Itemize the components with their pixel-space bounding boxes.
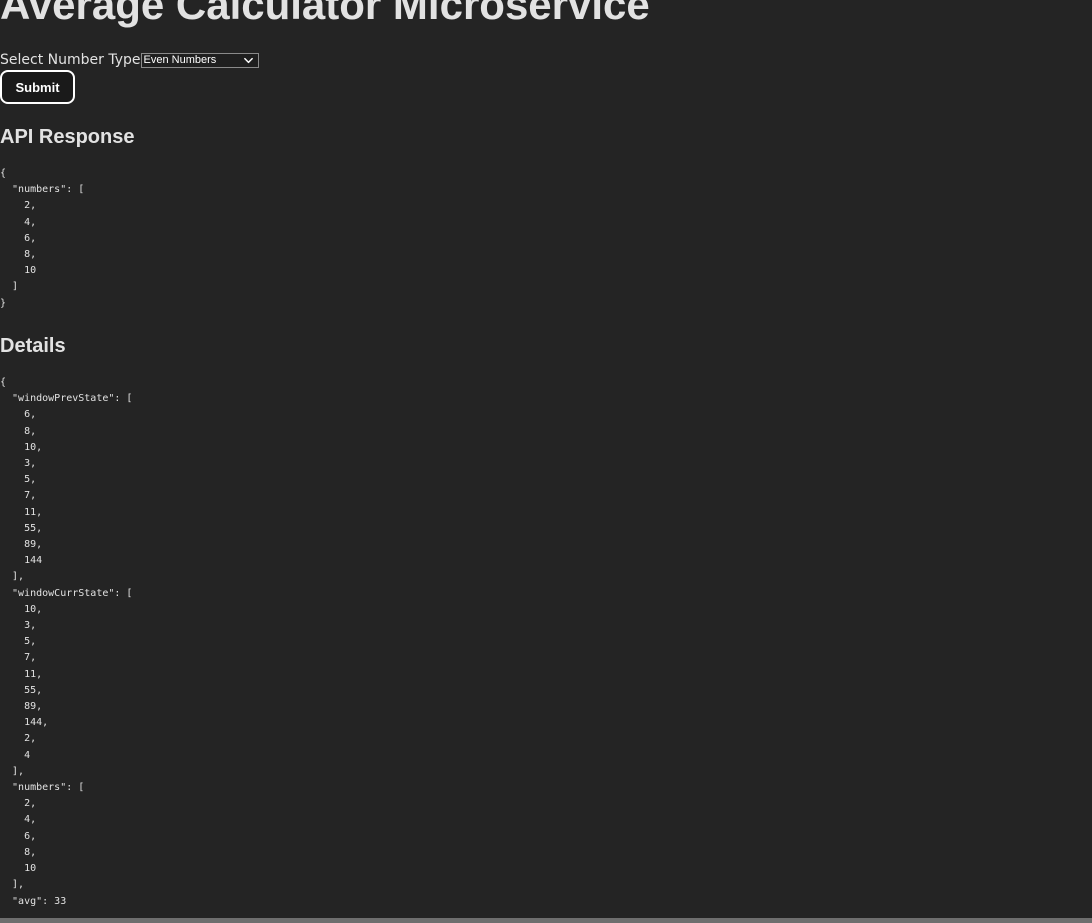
details-heading: Details bbox=[0, 335, 66, 357]
api-response-heading: API Response bbox=[0, 126, 135, 148]
api-response-json: { "numbers": [ 2, 4, 6, 8, 10 ] } bbox=[0, 168, 85, 309]
page-title: Average Calculator Microservice bbox=[0, 0, 650, 28]
submit-button[interactable]: Submit bbox=[0, 70, 75, 104]
number-type-form: Select Number Type Even Numbers bbox=[0, 50, 259, 70]
select-number-type-label: Select Number Type bbox=[0, 52, 141, 68]
details-json: { "windowPrevState": [ 6, 8, 10, 3, 5, 7… bbox=[0, 377, 133, 907]
number-type-select[interactable]: Even Numbers bbox=[140, 52, 259, 68]
window-bottom-edge bbox=[0, 918, 1092, 923]
number-type-select-value: Even Numbers bbox=[143, 53, 217, 66]
chevron-down-icon bbox=[243, 57, 253, 63]
